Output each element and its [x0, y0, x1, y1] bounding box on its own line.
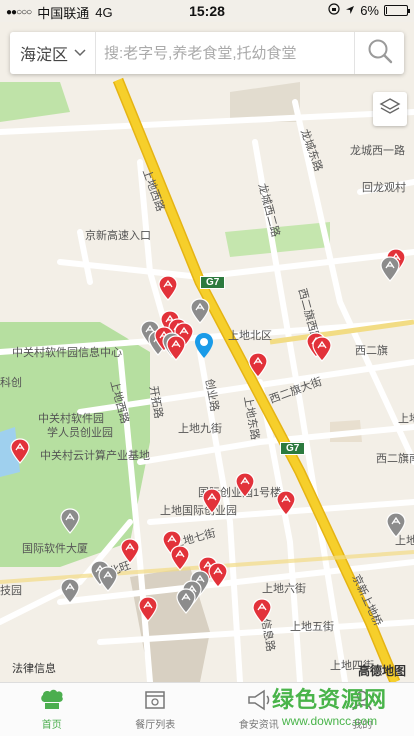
label-huilongguan: 回龙观村: [362, 182, 406, 194]
tab-restaurant-list[interactable]: 餐厅列表: [104, 683, 208, 736]
search-bar: 海淀区: [10, 32, 404, 74]
rotation-lock-icon: [328, 3, 340, 18]
megaphone-icon: [246, 687, 272, 713]
label-longcheng: 龙城西一路: [350, 145, 405, 157]
g7-shield-bottom: G7: [280, 442, 306, 455]
label-shangdi6: 上地六街: [262, 583, 306, 595]
label-zgc-cloud: 中关村云计算产业基地: [40, 450, 150, 462]
layers-icon: [379, 96, 401, 123]
location-arrow-icon: [345, 3, 355, 18]
label-shangdi-guoji: 上地国际创业园: [160, 505, 237, 517]
battery-fill: [386, 7, 387, 14]
label-erqi-right: 西二旗: [355, 345, 388, 357]
restaurant-marker-icon[interactable]: [235, 472, 255, 498]
restaurant-marker-icon[interactable]: [202, 488, 222, 514]
label-shangdi9: 上地九街: [178, 423, 222, 435]
label-xueren: 学人员创业园: [47, 427, 113, 439]
status-bar: ●●○○○ 中国联通 4G 15:28 6%: [0, 0, 414, 22]
restaurant-marker-icon[interactable]: [248, 352, 268, 378]
legal-info-link[interactable]: 法律信息: [12, 660, 56, 676]
label-shangdi5: 上地五街: [290, 621, 334, 633]
g7-shield-top: G7: [200, 276, 226, 289]
restaurant-list-icon: [143, 687, 167, 713]
status-bar-right: 6%: [328, 3, 410, 18]
label-jingxin: 京新高速入口: [85, 230, 151, 242]
restaurant-marker-icon[interactable]: [386, 512, 406, 538]
district-label: 海淀区: [20, 47, 69, 64]
chef-hat-icon: [39, 687, 65, 713]
map-view[interactable]: G7 G7 京新高速入口 上地北区 中关村软件园信息中心 科创 西二旗大街 西二…: [0, 22, 414, 682]
g7-shield-top-label: G7: [206, 277, 220, 288]
label-kechuang: 科创: [0, 377, 22, 389]
restaurant-marker-icon[interactable]: [138, 596, 158, 622]
restaurant-marker-icon[interactable]: [312, 336, 332, 362]
current-location-icon[interactable]: [194, 333, 214, 359]
tab-restaurant-list-label: 餐厅列表: [135, 720, 176, 731]
search-button[interactable]: [354, 32, 404, 74]
restaurant-marker-icon[interactable]: [158, 275, 178, 301]
restaurant-marker-icon[interactable]: [60, 508, 80, 534]
battery-percent: 6%: [360, 3, 379, 18]
battery-icon: [384, 5, 410, 16]
tab-home-label: 首页: [41, 720, 62, 731]
watermark-title: 绿色资源网: [272, 687, 388, 712]
watermark-url: www.downcc.com: [281, 714, 378, 728]
restaurant-marker-icon[interactable]: [170, 545, 190, 571]
label-erqi-south: 西二旗南: [376, 453, 414, 465]
restaurant-marker-icon[interactable]: [10, 438, 30, 464]
restaurant-marker-icon[interactable]: [190, 298, 210, 324]
restaurant-marker-icon[interactable]: [252, 598, 272, 624]
district-selector[interactable]: 海淀区: [10, 32, 96, 74]
restaurant-marker-icon[interactable]: [380, 256, 400, 282]
map-layers-button[interactable]: [373, 92, 407, 126]
restaurant-marker-icon[interactable]: [98, 566, 118, 592]
g7-shield-bottom-label: G7: [286, 443, 300, 454]
restaurant-marker-icon[interactable]: [208, 562, 228, 588]
tab-home[interactable]: 首页: [0, 683, 104, 736]
search-input[interactable]: [96, 32, 354, 74]
chevron-down-icon: [74, 44, 86, 62]
restaurant-marker-icon[interactable]: [120, 538, 140, 564]
label-zgc-software-info: 中关村软件园信息中心: [12, 347, 122, 359]
label-shangdi-beiqu: 上地北区: [228, 330, 272, 342]
label-shang: 上地: [398, 413, 414, 425]
amap-logo: 高德地图: [358, 664, 407, 678]
restaurant-marker-icon[interactable]: [60, 578, 80, 604]
label-guoji-software: 国际软件大厦: [22, 543, 88, 555]
label-jiyuan: 技园: [0, 585, 22, 597]
restaurant-marker-icon[interactable]: [166, 335, 186, 361]
restaurant-marker-icon[interactable]: [276, 490, 296, 516]
restaurant-marker-icon[interactable]: [176, 588, 196, 614]
search-icon: [367, 38, 393, 69]
watermark: 绿色资源网 www.downcc.com: [272, 682, 387, 728]
